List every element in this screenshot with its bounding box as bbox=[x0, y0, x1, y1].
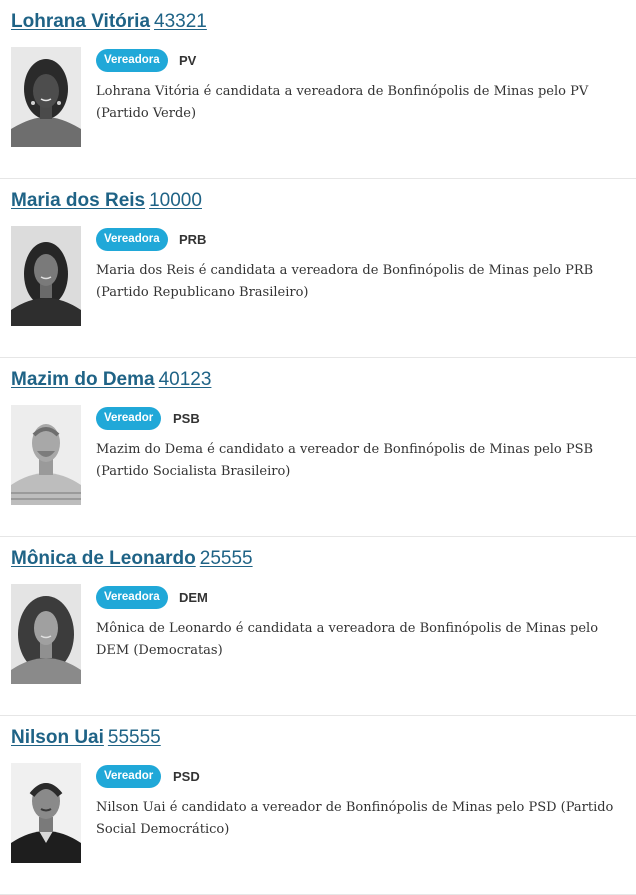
candidate-card: Nilson Uai 55555 Vereador PSD Nilson Uai … bbox=[0, 716, 636, 895]
candidate-description: Lohrana Vitória é candidata a vereadora … bbox=[96, 84, 589, 121]
candidate-number: 55555 bbox=[107, 727, 161, 748]
candidate-card: Mônica de Leonardo 25555 Vereadora DEM Mô… bbox=[0, 537, 636, 716]
role-badge: Vereadora bbox=[96, 586, 168, 609]
candidate-description: Maria dos Reis é candidata a vereadora d… bbox=[96, 263, 594, 300]
candidate-number: 43321 bbox=[154, 11, 207, 32]
role-badge: Vereadora bbox=[96, 228, 168, 251]
candidate-name-link[interactable]: Maria dos Reis 10000 bbox=[11, 189, 202, 213]
candidate-name: Nilson Uai bbox=[11, 727, 104, 748]
candidate-list: Lohrana Vitória 43321 Vereadora PV Lohran… bbox=[0, 0, 636, 895]
candidate-name: Mônica de Leonardo bbox=[11, 548, 196, 569]
candidate-card: Maria dos Reis 10000 Vereadora PRB Maria … bbox=[0, 179, 636, 358]
candidate-photo[interactable] bbox=[11, 584, 81, 684]
candidate-name: Lohrana Vitória bbox=[11, 11, 151, 32]
candidate-photo[interactable] bbox=[11, 226, 81, 326]
party-label: PSB bbox=[173, 411, 200, 426]
role-badge: Vereador bbox=[96, 407, 162, 430]
candidate-card: Lohrana Vitória 43321 Vereadora PV Lohran… bbox=[0, 0, 636, 179]
party-label: PSD bbox=[173, 769, 200, 784]
candidate-photo[interactable] bbox=[11, 763, 81, 863]
candidate-number: 25555 bbox=[199, 548, 253, 569]
candidate-name: Maria dos Reis bbox=[11, 190, 146, 211]
candidate-description: Mônica de Leonardo é candidata a vereado… bbox=[96, 621, 599, 658]
candidate-photo[interactable] bbox=[11, 405, 81, 505]
candidate-name: Mazim do Dema bbox=[11, 369, 155, 390]
role-badge: Vereadora bbox=[96, 49, 168, 72]
party-label: PRB bbox=[179, 232, 207, 247]
party-label: DEM bbox=[179, 590, 208, 605]
role-badge: Vereador bbox=[96, 765, 162, 788]
candidate-number: 40123 bbox=[158, 369, 212, 390]
candidate-name-link[interactable]: Lohrana Vitória 43321 bbox=[11, 10, 207, 34]
candidate-name-link[interactable]: Mônica de Leonardo 25555 bbox=[11, 547, 253, 571]
candidate-photo[interactable] bbox=[11, 47, 81, 147]
candidate-name-link[interactable]: Nilson Uai 55555 bbox=[11, 726, 161, 750]
candidate-description: Mazim do Dema é candidato a vereador de … bbox=[96, 442, 594, 479]
candidate-description: Nilson Uai é candidato a vereador de Bon… bbox=[96, 800, 614, 837]
candidate-number: 10000 bbox=[149, 190, 202, 211]
party-label: PV bbox=[179, 53, 197, 68]
candidate-name-link[interactable]: Mazim do Dema 40123 bbox=[11, 368, 211, 392]
candidate-card: Mazim do Dema 40123 Vereador PSB Mazim do… bbox=[0, 358, 636, 537]
